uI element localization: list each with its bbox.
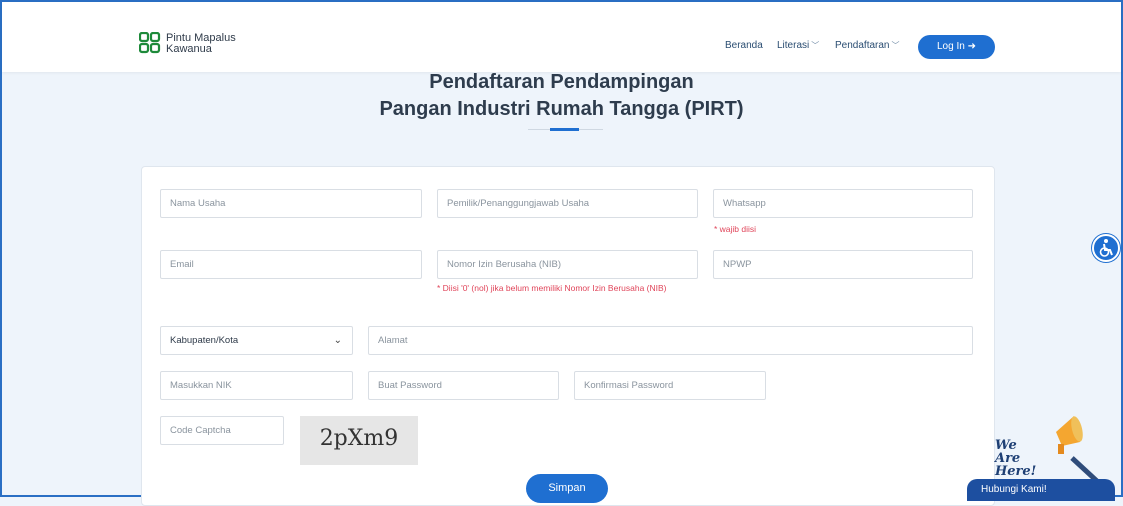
npwp-input[interactable]: NPWP	[713, 250, 973, 279]
captcha-image: 2pXm9	[300, 416, 418, 465]
confirm-password-input[interactable]: Konfirmasi Password	[574, 371, 766, 400]
nib-hint: * Diisi '0' (nol) jika belum memiliki No…	[437, 283, 667, 293]
we-are-here-label: We Are Here!	[995, 438, 1037, 479]
login-label: Log In	[937, 41, 965, 52]
whatsapp-input[interactable]: Whatsapp	[713, 189, 973, 218]
whatsapp-required-hint: * wajib diisi	[714, 224, 757, 234]
sign-in-icon: ➜	[967, 41, 976, 52]
kabupaten-select[interactable]: Kabupaten/Kota ⌄	[160, 326, 353, 355]
submit-button[interactable]: Simpan	[526, 474, 608, 503]
pemilik-input[interactable]: Pemilik/Penanggungjawab Usaha	[437, 189, 698, 218]
login-button[interactable]: Log In ➜	[918, 35, 995, 59]
page-title-line-2: Pangan Industri Rumah Tangga (PIRT)	[379, 98, 744, 120]
nav-pendaftaran-label: Pendaftaran	[835, 40, 890, 51]
captcha-input[interactable]: Code Captcha	[160, 416, 284, 445]
nav-literasi[interactable]: Literasi ﹀	[777, 40, 819, 51]
brand-name[interactable]: Pintu Mapalus Kawanua	[166, 33, 236, 55]
site-header: Pintu Mapalus Kawanua Beranda Literasi ﹀ …	[2, 2, 1121, 72]
chevron-down-icon: ⌄	[333, 335, 342, 346]
chevron-down-icon: ﹀	[811, 41, 820, 50]
contact-us-button[interactable]: Hubungi Kami!	[967, 479, 1115, 501]
page-title-line-1: Pendaftaran Pendampingan	[429, 71, 694, 93]
alamat-input[interactable]: Alamat	[368, 326, 973, 355]
nav-beranda-label: Beranda	[725, 40, 763, 51]
accessibility-icon	[1099, 239, 1113, 257]
email-input[interactable]: Email	[160, 250, 422, 279]
nav-pendaftaran[interactable]: Pendaftaran ﹀	[835, 40, 900, 51]
nama-usaha-input[interactable]: Nama Usaha	[160, 189, 422, 218]
nav-beranda[interactable]: Beranda	[725, 40, 763, 51]
accessibility-button[interactable]	[1092, 234, 1120, 262]
kabupaten-selected-value: Kabupaten/Kota	[170, 335, 239, 346]
megaphone-icon	[1056, 416, 1100, 480]
nav-literasi-label: Literasi	[777, 40, 810, 51]
password-input[interactable]: Buat Password	[368, 371, 559, 400]
brand-line-2: Kawanua	[166, 43, 212, 55]
chevron-down-icon: ﹀	[891, 41, 900, 50]
nib-input[interactable]: Nomor Izin Berusaha (NIB)	[437, 250, 698, 279]
title-accent-bar	[550, 128, 579, 131]
logo-icon[interactable]	[139, 32, 161, 54]
nik-input[interactable]: Masukkan NIK	[160, 371, 353, 400]
